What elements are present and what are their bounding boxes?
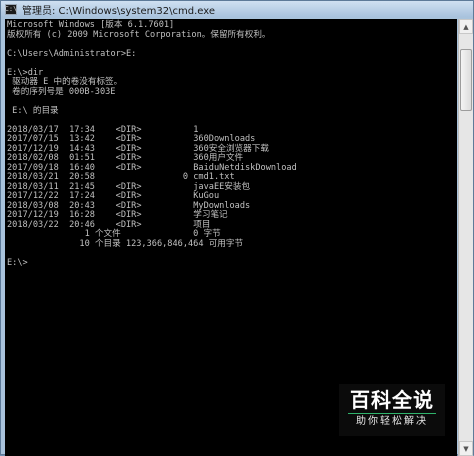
- vertical-scrollbar[interactable]: ▲ ▼: [458, 19, 473, 456]
- scroll-down-arrow-icon[interactable]: ▼: [459, 441, 473, 456]
- console-line: 10 个目录 123,366,846,464 可用字节: [7, 238, 244, 249]
- scrollbar-thumb[interactable]: [460, 49, 472, 111]
- cmd-app-icon[interactable]: C:\: [5, 3, 17, 15]
- console-line: E:\>: [7, 257, 28, 268]
- watermark-title: 百科全说: [350, 388, 434, 412]
- console-text: Microsoft Windows [版本 6.1.7601] 版权所有 (c) …: [7, 20, 297, 268]
- window-title: 管理员: C:\Windows\system32\cmd.exe: [22, 5, 216, 17]
- watermark-divider: [348, 413, 436, 414]
- console-line: 卷的序列号是 000B-303E: [7, 86, 116, 97]
- console-line: C:\Users\Administrator>E:: [7, 48, 137, 59]
- scroll-up-arrow-icon[interactable]: ▲: [459, 19, 473, 34]
- watermark-logo: 百科全说 助你轻松解决: [339, 384, 445, 436]
- watermark-subtitle: 助你轻松解决: [356, 416, 428, 427]
- title-bar[interactable]: C:\ 管理员: C:\Windows\system32\cmd.exe: [1, 1, 473, 17]
- console-line: 版权所有 (c) 2009 Microsoft Corporation。保留所有…: [7, 29, 271, 40]
- console-line: E:\ 的目录: [7, 105, 59, 116]
- cmd-window: C:\ 管理员: C:\Windows\system32\cmd.exe Mic…: [0, 0, 474, 456]
